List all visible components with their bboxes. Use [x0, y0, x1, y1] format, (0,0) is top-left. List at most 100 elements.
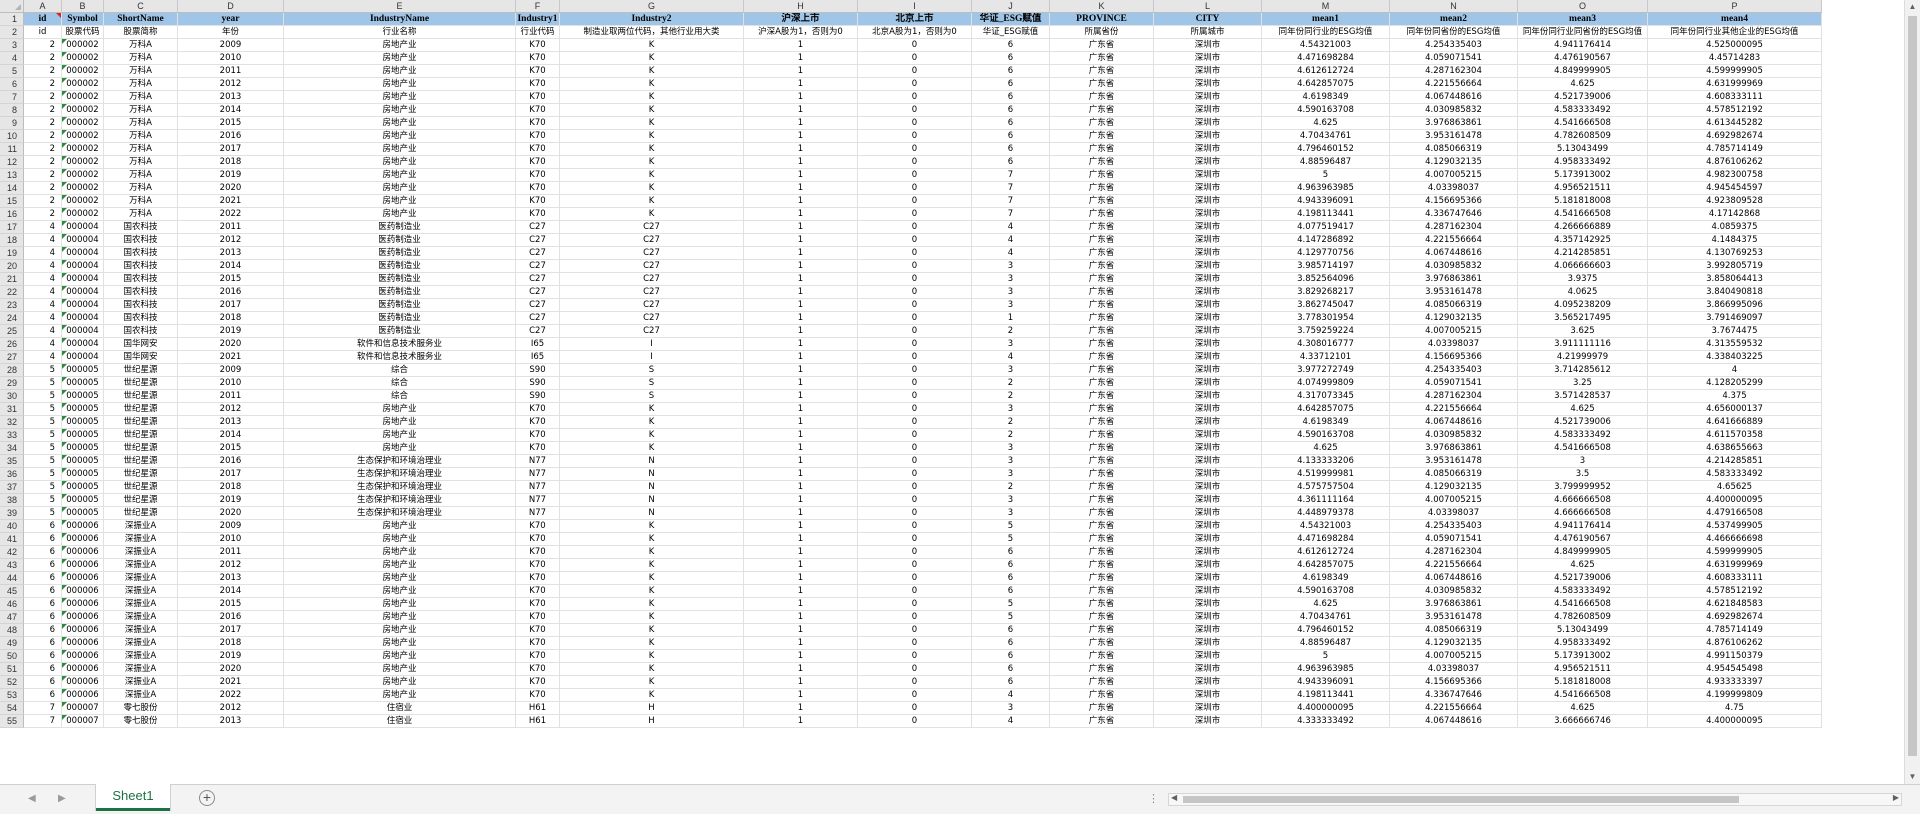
cell[interactable]: K	[560, 117, 744, 130]
cell[interactable]: 6	[972, 585, 1050, 598]
cell[interactable]: 6	[24, 572, 62, 585]
cell[interactable]: 3.565217495	[1518, 312, 1648, 325]
cell[interactable]: 生态保护和环境治理业	[284, 494, 516, 507]
cell[interactable]: 0	[858, 195, 972, 208]
cell[interactable]: 0	[858, 585, 972, 598]
cell[interactable]: 2009	[178, 520, 284, 533]
cell[interactable]: 0	[858, 208, 972, 221]
cell[interactable]: 0	[858, 286, 972, 299]
cell[interactable]: 2021	[178, 351, 284, 364]
cell[interactable]: 4.612612724	[1262, 65, 1390, 78]
row-header[interactable]: 2	[0, 26, 24, 39]
cell[interactable]: 4.612612724	[1262, 546, 1390, 559]
cell[interactable]: 4.541666508	[1518, 208, 1648, 221]
cell[interactable]: 4.156695366	[1390, 195, 1518, 208]
cell[interactable]: 房地产业	[284, 208, 516, 221]
cell[interactable]: 房地产业	[284, 143, 516, 156]
row-header[interactable]: 16	[0, 208, 24, 221]
cell[interactable]: 1	[972, 312, 1050, 325]
cell[interactable]: 3.953161478	[1390, 611, 1518, 624]
cell[interactable]: 4.198113441	[1262, 208, 1390, 221]
cell[interactable]: 0	[858, 611, 972, 624]
cell[interactable]: 6	[972, 91, 1050, 104]
cell[interactable]: N	[560, 481, 744, 494]
cell[interactable]: 3	[972, 286, 1050, 299]
cell[interactable]: C27	[516, 221, 560, 234]
row-header[interactable]: 5	[0, 65, 24, 78]
cell[interactable]: 综合	[284, 390, 516, 403]
cell[interactable]: mean3	[1518, 13, 1648, 26]
cell[interactable]: 000005	[62, 390, 104, 403]
cell[interactable]: 华证_ESG赋值	[972, 13, 1050, 26]
cell[interactable]: 0	[858, 676, 972, 689]
cell[interactable]: 同年份同省份的ESG均值	[1390, 26, 1518, 39]
cell[interactable]: 深圳市	[1154, 585, 1262, 598]
row-header[interactable]: 14	[0, 182, 24, 195]
cell[interactable]: 4.45714283	[1648, 52, 1822, 65]
cell[interactable]: C27	[560, 312, 744, 325]
cell[interactable]: 000005	[62, 507, 104, 520]
cell[interactable]: 广东省	[1050, 520, 1154, 533]
cell[interactable]: 5	[24, 494, 62, 507]
cell[interactable]: 深圳市	[1154, 338, 1262, 351]
cell[interactable]: 深振业A	[104, 663, 178, 676]
cell[interactable]: 4.578512192	[1648, 585, 1822, 598]
cell[interactable]: 深圳市	[1154, 663, 1262, 676]
cell[interactable]: 深圳市	[1154, 416, 1262, 429]
cell[interactable]: I	[560, 338, 744, 351]
cell[interactable]: 6	[972, 676, 1050, 689]
cell[interactable]: K70	[516, 559, 560, 572]
cell[interactable]: 000006	[62, 559, 104, 572]
row-header[interactable]: 27	[0, 351, 24, 364]
cell[interactable]: 0	[858, 364, 972, 377]
cell[interactable]: 国农科技	[104, 286, 178, 299]
cell[interactable]: CITY	[1154, 13, 1262, 26]
cell[interactable]: 1	[744, 572, 858, 585]
cell[interactable]: 0	[858, 39, 972, 52]
cell[interactable]: 医药制造业	[284, 312, 516, 325]
cell[interactable]: 生态保护和环境治理业	[284, 468, 516, 481]
cell[interactable]: 0	[858, 429, 972, 442]
cell[interactable]: N	[560, 455, 744, 468]
cell[interactable]: 4.982300758	[1648, 169, 1822, 182]
cell[interactable]: 4.059071541	[1390, 533, 1518, 546]
cell[interactable]: 广东省	[1050, 559, 1154, 572]
cell[interactable]: 4	[972, 234, 1050, 247]
cell[interactable]: 国华网安	[104, 351, 178, 364]
cell[interactable]: S90	[516, 364, 560, 377]
cell[interactable]: K	[560, 65, 744, 78]
cell[interactable]: K	[560, 533, 744, 546]
cell[interactable]: 4	[24, 221, 62, 234]
row-header[interactable]: 29	[0, 377, 24, 390]
cell[interactable]: 4.198113441	[1262, 689, 1390, 702]
cell[interactable]: 0	[858, 117, 972, 130]
cell[interactable]: 000007	[62, 702, 104, 715]
cell[interactable]: 2	[972, 390, 1050, 403]
row-header[interactable]: 22	[0, 286, 24, 299]
cell[interactable]: 000002	[62, 117, 104, 130]
cell[interactable]: 4.625	[1518, 78, 1648, 91]
cell[interactable]: 4.085066319	[1390, 299, 1518, 312]
cell[interactable]: 2	[972, 416, 1050, 429]
cell[interactable]: 000006	[62, 585, 104, 598]
cell[interactable]: 6	[24, 598, 62, 611]
cell[interactable]: 4.129032135	[1390, 156, 1518, 169]
cell[interactable]: 广东省	[1050, 390, 1154, 403]
cell[interactable]: 2020	[178, 182, 284, 195]
cell[interactable]: 4.266666889	[1518, 221, 1648, 234]
cell[interactable]: 2012	[178, 559, 284, 572]
cell[interactable]: 1	[744, 364, 858, 377]
cell[interactable]: 0	[858, 65, 972, 78]
cell[interactable]: 2	[24, 169, 62, 182]
cell[interactable]: 4.782608509	[1518, 130, 1648, 143]
cell[interactable]: 4.613445282	[1648, 117, 1822, 130]
cell[interactable]: 1	[744, 442, 858, 455]
row-header[interactable]: 7	[0, 91, 24, 104]
cell[interactable]: 4.849999905	[1518, 546, 1648, 559]
cell[interactable]: 世纪星源	[104, 416, 178, 429]
cell[interactable]: 4.03398037	[1390, 338, 1518, 351]
cell[interactable]: 世纪星源	[104, 494, 178, 507]
cell[interactable]: K70	[516, 39, 560, 52]
cell[interactable]: 6	[24, 676, 62, 689]
cell[interactable]: 000002	[62, 65, 104, 78]
